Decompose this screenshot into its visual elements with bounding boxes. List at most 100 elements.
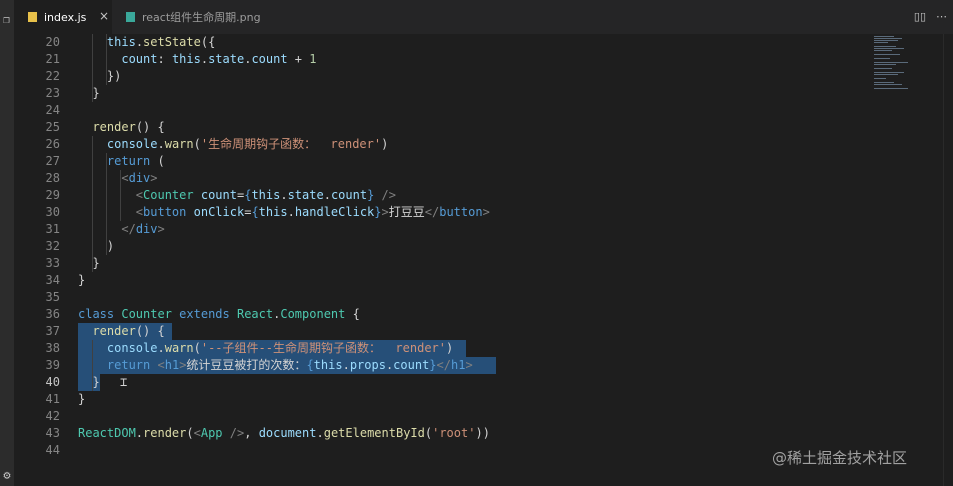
code-token: count bbox=[330, 188, 368, 202]
code-line[interactable]: 29 <Counter count={this.state.count} /> bbox=[14, 187, 870, 204]
minimap-line bbox=[874, 48, 904, 49]
code-token: () { bbox=[135, 120, 165, 134]
code-line[interactable]: 36 class Counter extends React.Component … bbox=[14, 306, 870, 323]
code-line[interactable]: 23 } bbox=[14, 85, 870, 102]
code-token: ( bbox=[193, 341, 201, 355]
code-token: div bbox=[128, 171, 151, 185]
code-token: </ bbox=[436, 358, 451, 372]
code-token: } bbox=[78, 256, 100, 270]
code-line[interactable]: 39 return <h1>统计豆豆被打的次数：{this.props.coun… bbox=[14, 357, 870, 374]
code-line[interactable]: 28 <div> bbox=[14, 170, 870, 187]
line-code: count: this.state.count + 1 bbox=[78, 51, 316, 68]
close-icon[interactable]: × bbox=[99, 9, 109, 23]
line-number: 40 bbox=[45, 375, 60, 389]
line-code: render() { bbox=[78, 323, 164, 340]
indent-guide bbox=[106, 34, 107, 85]
code-token: , bbox=[244, 426, 259, 440]
code-token: state bbox=[208, 52, 245, 66]
code-editor[interactable]: 20 this.setState({21 count: this.state.c… bbox=[14, 34, 870, 486]
code-token: . bbox=[157, 341, 165, 355]
indent-guide bbox=[92, 136, 93, 272]
code-token: . bbox=[287, 205, 295, 219]
code-line[interactable]: 41} bbox=[14, 391, 870, 408]
code-line[interactable]: 26 console.warn('生命周期钩子函数： render') bbox=[14, 136, 870, 153]
code-token: Component bbox=[280, 307, 346, 321]
line-number: 43 bbox=[45, 426, 60, 440]
line-code: this.setState({ bbox=[78, 34, 215, 51]
line-number: 24 bbox=[45, 103, 60, 117]
code-token: render bbox=[143, 426, 187, 440]
code-token: setState bbox=[143, 35, 201, 49]
code-token: ) bbox=[78, 239, 115, 253]
line-code: return ( bbox=[78, 153, 165, 170]
minimap[interactable] bbox=[870, 34, 940, 94]
line-code: } bbox=[78, 85, 99, 102]
code-line[interactable]: 27 return ( bbox=[14, 153, 870, 170]
code-token: 统计豆豆被打的次数： bbox=[186, 358, 307, 372]
code-token: handleClick bbox=[294, 205, 375, 219]
code-line[interactable]: 24 bbox=[14, 102, 870, 119]
code-token: React bbox=[236, 307, 274, 321]
minimap-line bbox=[874, 40, 898, 41]
line-code: render() { bbox=[78, 119, 165, 136]
code-token: /> bbox=[381, 188, 396, 202]
code-line[interactable]: 37 render() { bbox=[14, 323, 870, 340]
code-line[interactable]: 43 ReactDOM.render(<App />, document.getE… bbox=[14, 425, 870, 442]
code-line[interactable]: 22 }) bbox=[14, 68, 870, 85]
code-token: render bbox=[92, 120, 136, 134]
code-token: > bbox=[150, 171, 158, 185]
tab-index-js[interactable]: index.js × bbox=[14, 0, 112, 34]
code-line[interactable]: 35 bbox=[14, 289, 870, 306]
code-line[interactable]: 40 } bbox=[14, 374, 870, 391]
code-line[interactable]: 25 render() { bbox=[14, 119, 870, 136]
tab-label: react组件生命周期.png bbox=[142, 11, 261, 24]
code-token: warn bbox=[164, 341, 194, 355]
vertical-scrollbar[interactable] bbox=[943, 34, 953, 486]
code-token: ) bbox=[381, 137, 389, 151]
code-token: state bbox=[287, 188, 324, 202]
line-number: 27 bbox=[45, 154, 60, 168]
line-code: class Counter extends React.Component { bbox=[78, 306, 360, 323]
line-number: 20 bbox=[45, 35, 60, 49]
code-line[interactable]: 30 <button onClick={this.handleClick}>打豆… bbox=[14, 204, 870, 221]
code-token: </ bbox=[424, 205, 440, 219]
tab-label: index.js bbox=[44, 10, 87, 24]
line-code: <Counter count={this.state.count} /> bbox=[78, 187, 396, 204]
code-token: 'root' bbox=[432, 426, 476, 440]
code-line[interactable]: 38 console.warn('--子组件--生命周期钩子函数： render… bbox=[14, 340, 870, 357]
code-token: } bbox=[374, 205, 382, 219]
minimap-line bbox=[874, 58, 890, 59]
code-line[interactable]: 42 bbox=[14, 408, 870, 425]
code-line[interactable]: 33 } bbox=[14, 255, 870, 272]
settings-gear-icon[interactable]: ⚙ bbox=[0, 468, 14, 486]
code-line[interactable]: 44 bbox=[14, 442, 870, 459]
code-token: { bbox=[306, 358, 314, 372]
code-token: . bbox=[135, 35, 144, 49]
line-number: 22 bbox=[45, 69, 60, 83]
code-line[interactable]: 31 </div> bbox=[14, 221, 870, 238]
line-code: console.warn('生命周期钩子函数： render') bbox=[78, 136, 388, 153]
split-editor-icon[interactable]: ▯▯ bbox=[914, 10, 926, 23]
files-icon[interactable]: ❐ bbox=[1, 14, 12, 25]
code-token: '生命周期钩子函数： render' bbox=[200, 137, 382, 151]
minimap-line bbox=[874, 64, 896, 65]
code-line[interactable]: 32 ) bbox=[14, 238, 870, 255]
tab-react-lifecycle-png[interactable]: react组件生命周期.png bbox=[112, 0, 267, 34]
code-token: document bbox=[258, 426, 317, 440]
line-number: 23 bbox=[45, 86, 60, 100]
code-token: </ bbox=[121, 222, 136, 236]
minimap-line bbox=[874, 46, 896, 47]
code-token: 1 bbox=[309, 52, 317, 66]
code-line[interactable]: 20 this.setState({ bbox=[14, 34, 870, 51]
line-number: 29 bbox=[45, 188, 60, 202]
code-token: . bbox=[342, 358, 350, 372]
code-line[interactable]: 34} bbox=[14, 272, 870, 289]
code-token: < bbox=[121, 171, 129, 185]
more-icon[interactable]: ⋯ bbox=[936, 10, 947, 23]
code-line[interactable]: 21 count: this.state.count + 1 bbox=[14, 51, 870, 68]
code-token: return bbox=[106, 358, 151, 372]
